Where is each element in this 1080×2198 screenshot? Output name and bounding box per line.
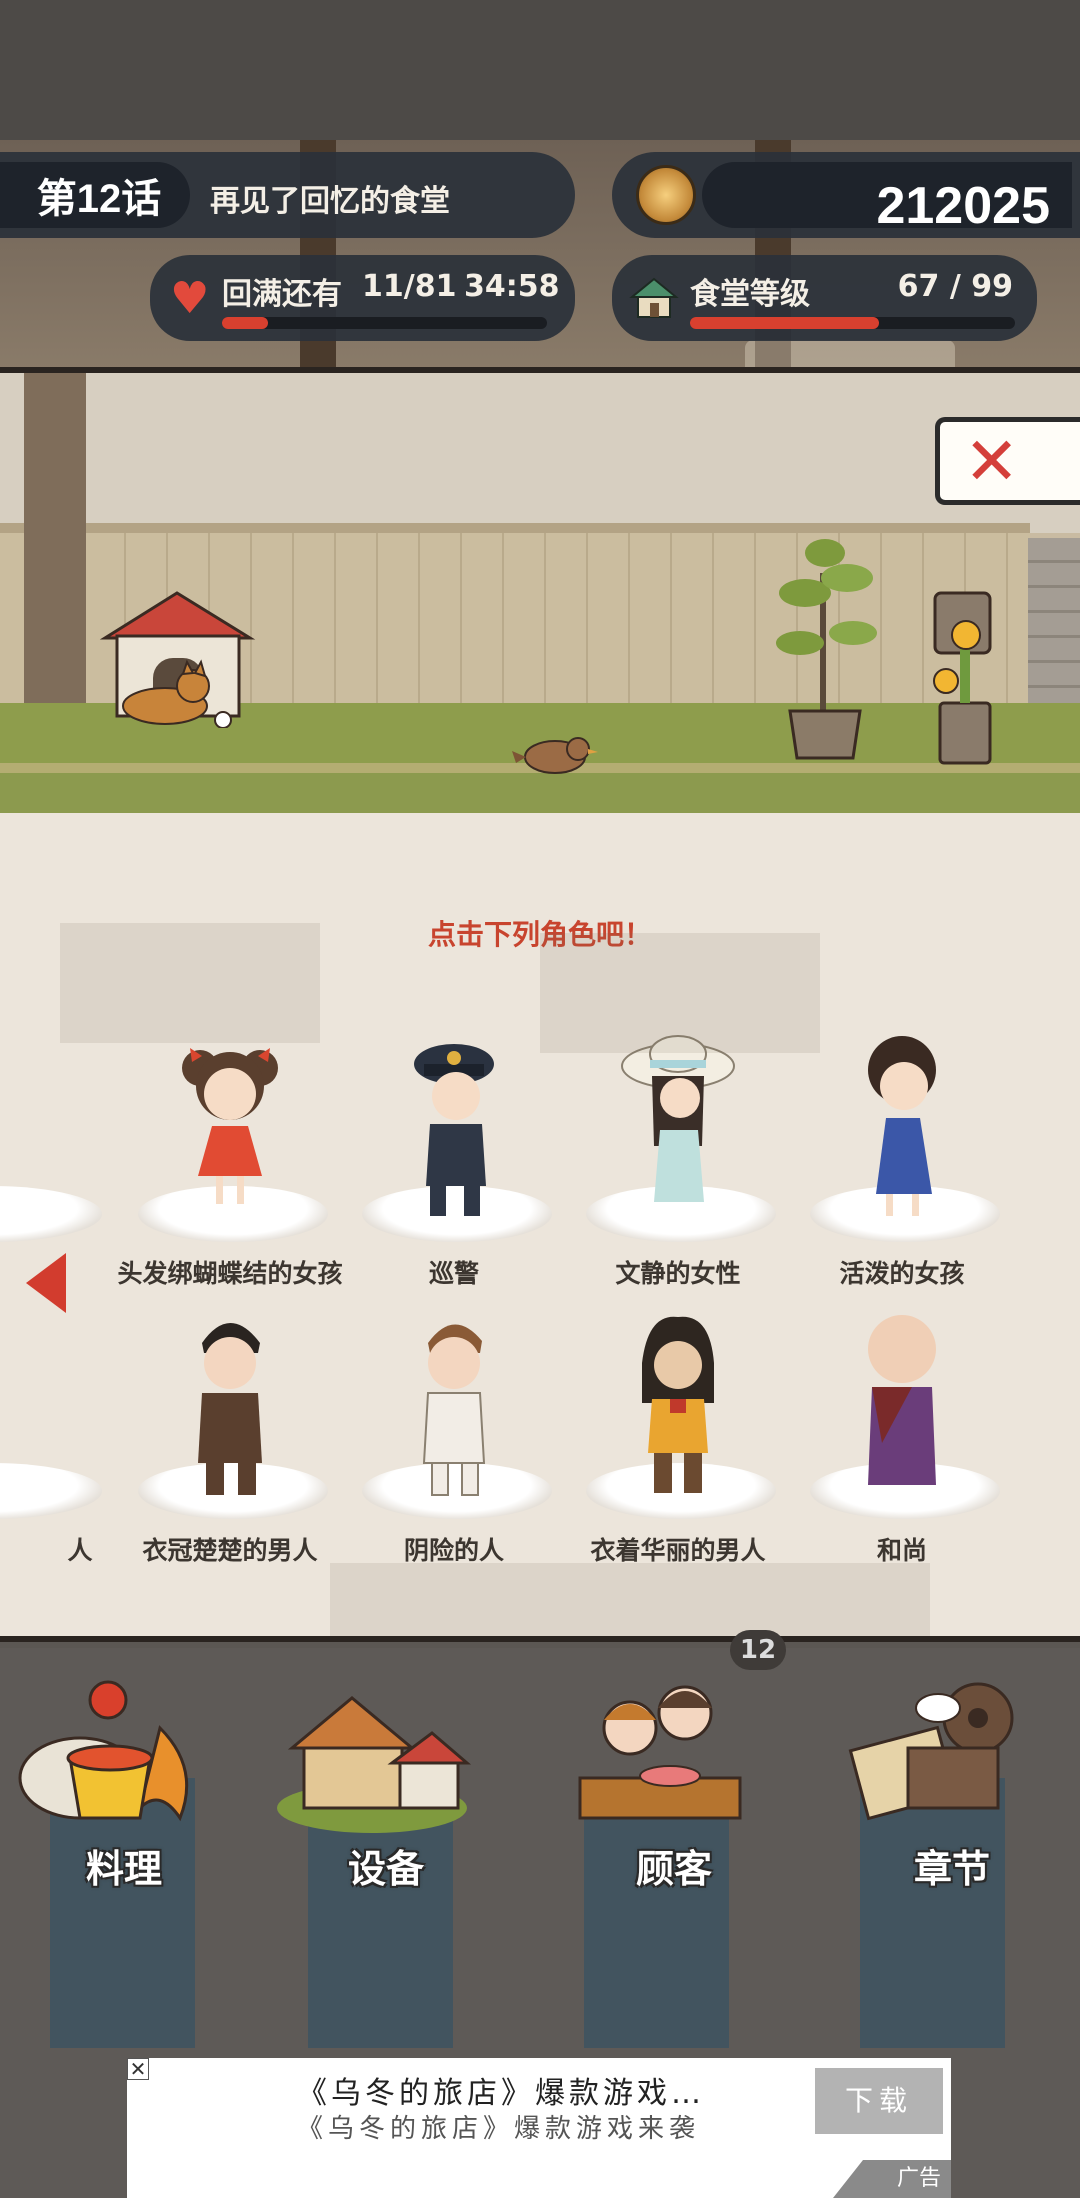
ad-badge: 广告 (833, 2160, 951, 2198)
wooden-post (24, 373, 86, 713)
house-equipment-icon (277, 1696, 472, 1833)
refill-label: 回满还有 (222, 277, 342, 312)
nav-label: 设备 (347, 1847, 424, 1891)
top-background (0, 0, 1080, 140)
coin-icon (636, 165, 696, 225)
ad-download-button[interactable]: 下载 (815, 2068, 943, 2134)
ad-subtitle: 《乌冬的旅店》爆款游戏来袭 (297, 2114, 701, 2144)
cooking-pot-icon (18, 1680, 189, 1822)
refill-count: 11/81 (362, 269, 457, 304)
heart-icon: ♥ (170, 273, 210, 324)
house-icon (629, 277, 679, 318)
refill-progress-fill (222, 317, 268, 329)
nav-label: 顾客 (635, 1847, 712, 1891)
close-button[interactable]: ✕ (935, 417, 1080, 505)
level-label: 食堂等级 (690, 277, 810, 312)
doghouse-with-dog (99, 591, 256, 728)
level-progress-fill (690, 317, 879, 329)
ad-close-icon[interactable]: ✕ (127, 2058, 149, 2080)
ad-banner[interactable]: ✕ 《乌冬的旅店》爆款游戏… 《乌冬的旅店》爆款游戏来袭 下载 广告 (127, 2058, 951, 2198)
potted-tree (776, 539, 877, 760)
table-number-badge: 12 (730, 1630, 786, 1670)
ad-title: 《乌冬的旅店》爆款游戏… (297, 2076, 705, 2111)
nav-label: 章节 (913, 1847, 990, 1891)
nav-cooking[interactable]: 料理 (10, 1668, 210, 2048)
film-projector-icon (848, 1682, 1014, 1821)
nav-customers[interactable]: 顾客 (560, 1668, 760, 2048)
chapter-title: 再见了回忆的食堂 (210, 184, 450, 219)
close-icon: ✕ (964, 422, 1020, 500)
stamina-refill[interactable]: ♥ 回满还有 11/81 34:58 (150, 255, 575, 341)
level-progress-bar (690, 317, 1015, 329)
coin-counter[interactable]: 212025 (612, 152, 1080, 238)
nav-label: 料理 (85, 1847, 162, 1891)
customers-icon (578, 1685, 742, 1820)
refill-timer: 34:58 (464, 269, 560, 304)
chapter-indicator[interactable]: 第12话 再见了回忆的食堂 (0, 152, 575, 238)
nav-chapters[interactable]: 章节 (838, 1668, 1038, 2048)
sparrow (512, 737, 598, 774)
nav-equipment[interactable]: 设备 (272, 1668, 472, 2048)
customer-select-panel: ✕ 点击下列角色吧！ 头发绑蝴蝶结的女孩 巡警 文静的女性 活泼的女孩 人 衣冠… (0, 367, 1080, 1642)
coin-bar: 212025 (702, 162, 1072, 235)
restaurant-level[interactable]: 食堂等级 67 / 99 (612, 255, 1037, 341)
yard-scene (0, 373, 1080, 813)
level-count: 67 / 99 (897, 269, 1013, 304)
refill-progress-bar (222, 317, 547, 329)
flower-pots (933, 591, 992, 765)
coin-value: 212025 (876, 177, 1050, 235)
chapter-number: 第12话 (0, 162, 190, 228)
faded-restaurant-background (60, 923, 930, 1636)
